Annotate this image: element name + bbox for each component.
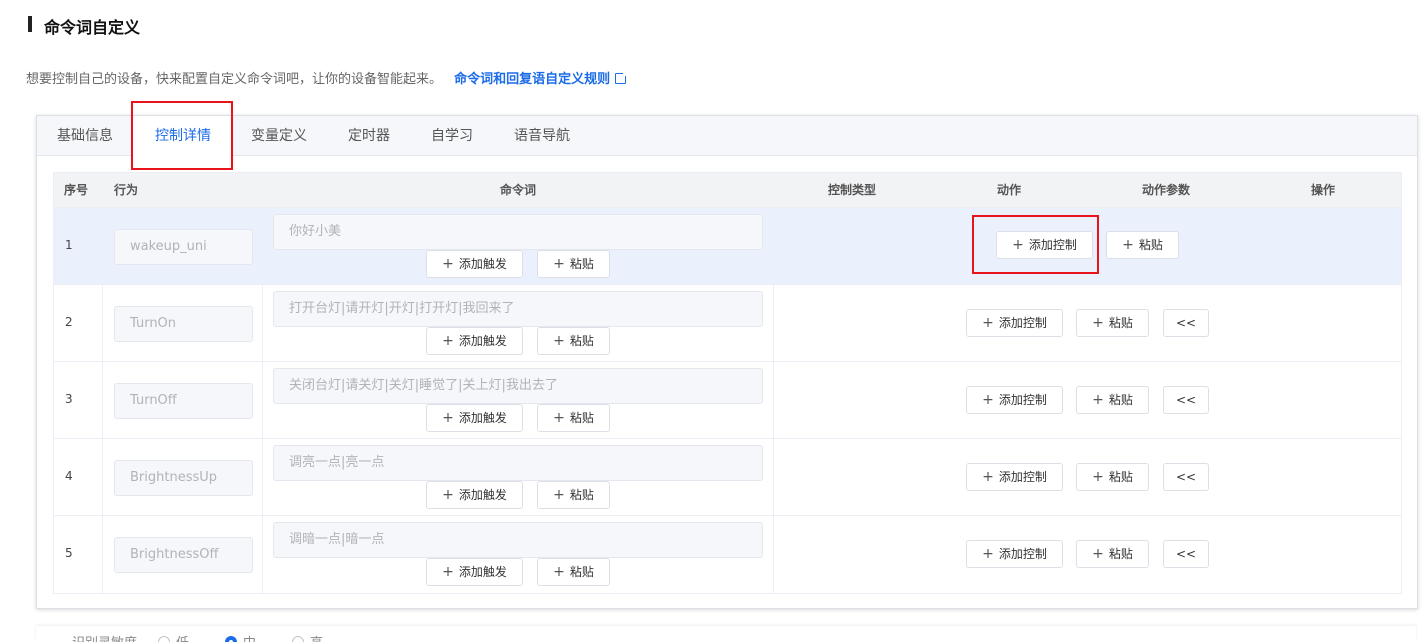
header-command: 命令词 bbox=[500, 183, 537, 197]
command-field[interactable]: 关闭台灯|请关灯|关灯|睡觉了|关上灯|我出去了 bbox=[273, 368, 763, 404]
table-header: 序号 行为 命令词 控制类型 动作 动作参数 操作 bbox=[54, 173, 1401, 207]
radio-high[interactable] bbox=[292, 636, 304, 642]
behavior-field[interactable]: TurnOn bbox=[114, 306, 253, 342]
command-field[interactable]: 打开台灯|请开灯|开灯|打开灯|我回来了 bbox=[273, 291, 763, 327]
rules-link[interactable]: 命令词和回复语自定义规则 bbox=[454, 71, 629, 87]
add-control-button[interactable]: + 添加控制 bbox=[966, 463, 1063, 491]
add-control-button[interactable]: + 添加控制 bbox=[966, 386, 1063, 414]
external-link-icon bbox=[615, 71, 629, 84]
row-index: 1 bbox=[65, 238, 73, 252]
collapse-button[interactable]: << bbox=[1163, 386, 1209, 414]
add-control-button[interactable]: + 添加控制 bbox=[966, 309, 1063, 337]
command-field[interactable]: 调亮一点|亮一点 bbox=[273, 445, 763, 481]
radio-medium[interactable] bbox=[225, 636, 237, 642]
behavior-field[interactable]: wakeup_uni bbox=[114, 229, 253, 265]
control-details-panel: 基础信息 控制详情 变量定义 定时器 自学习 语音导航 序号 行为 命令词 控制… bbox=[36, 115, 1418, 609]
paste-button[interactable]: + 粘贴 bbox=[537, 404, 610, 432]
paste-control-button[interactable]: + 粘贴 bbox=[1106, 231, 1179, 259]
control-table: 序号 行为 命令词 控制类型 动作 动作参数 操作 1 wakeup_uni 你… bbox=[53, 172, 1402, 594]
tab-self-learning[interactable]: 自学习 bbox=[431, 116, 473, 155]
title-accent-bar bbox=[28, 16, 32, 32]
add-trigger-button[interactable]: + 添加触发 bbox=[426, 558, 523, 586]
header-action-params: 动作参数 bbox=[1142, 183, 1191, 197]
row-index: 4 bbox=[65, 469, 73, 483]
tab-variable-definition[interactable]: 变量定义 bbox=[251, 116, 307, 155]
behavior-field[interactable]: BrightnessOff bbox=[114, 537, 253, 573]
add-trigger-button[interactable]: + 添加触发 bbox=[426, 404, 523, 432]
header-behavior: 行为 bbox=[114, 183, 139, 197]
radio-high-label: 高 bbox=[310, 632, 323, 642]
sensitivity-label: 识别灵敏度 bbox=[72, 632, 137, 642]
collapse-button[interactable]: << bbox=[1163, 309, 1209, 337]
highlight-box-add-control bbox=[972, 215, 1099, 274]
page-description: 想要控制自己的设备，快来配置自定义命令词吧，让你的设备智能起来。 命令词和回复语… bbox=[26, 68, 629, 87]
header-operation: 操作 bbox=[1311, 183, 1336, 197]
tab-timer[interactable]: 定时器 bbox=[348, 116, 390, 155]
radio-low[interactable] bbox=[158, 636, 170, 642]
header-action: 动作 bbox=[997, 183, 1022, 197]
highlight-box-tab bbox=[131, 101, 233, 170]
table-row: 2 TurnOn 打开台灯|请开灯|开灯|打开灯|我回来了 + 添加触发 + 粘贴 … bbox=[54, 284, 1401, 362]
radio-low-label: 低 bbox=[176, 632, 189, 642]
paste-button[interactable]: + 粘贴 bbox=[537, 558, 610, 586]
tab-bar: 基础信息 控制详情 变量定义 定时器 自学习 语音导航 bbox=[37, 116, 1417, 156]
description-text: 想要控制自己的设备，快来配置自定义命令词吧，让你的设备智能起来。 bbox=[26, 72, 443, 87]
table-row: 1 wakeup_uni 你好小美 + 添加触发 + 粘贴 + 添加控制 + 粘贴 bbox=[54, 207, 1401, 285]
add-trigger-button[interactable]: + 添加触发 bbox=[426, 481, 523, 509]
row-index: 3 bbox=[65, 392, 73, 406]
table-row: 4 BrightnessUp 调亮一点|亮一点 + 添加触发 + 粘贴 + 添加控制 … bbox=[54, 438, 1401, 516]
command-field[interactable]: 你好小美 bbox=[273, 214, 763, 250]
add-control-button[interactable]: + 添加控制 bbox=[966, 540, 1063, 568]
row-index: 2 bbox=[65, 315, 73, 329]
paste-control-button[interactable]: + 粘贴 bbox=[1076, 540, 1149, 568]
row-index: 5 bbox=[65, 546, 73, 560]
header-control-type: 控制类型 bbox=[828, 183, 877, 197]
tab-voice-navigation[interactable]: 语音导航 bbox=[514, 116, 570, 155]
behavior-field[interactable]: TurnOff bbox=[114, 383, 253, 419]
add-trigger-button[interactable]: + 添加触发 bbox=[426, 327, 523, 355]
add-trigger-button[interactable]: + 添加触发 bbox=[426, 250, 523, 278]
paste-control-button[interactable]: + 粘贴 bbox=[1076, 386, 1149, 414]
sensitivity-radio-group: 识别灵敏度 低 中 高 bbox=[36, 626, 1416, 642]
paste-control-button[interactable]: + 粘贴 bbox=[1076, 309, 1149, 337]
behavior-field[interactable]: BrightnessUp bbox=[114, 460, 253, 496]
paste-button[interactable]: + 粘贴 bbox=[537, 327, 610, 355]
command-field[interactable]: 调暗一点|暗一点 bbox=[273, 522, 763, 558]
collapse-button[interactable]: << bbox=[1163, 463, 1209, 491]
header-index: 序号 bbox=[64, 183, 89, 197]
paste-button[interactable]: + 粘贴 bbox=[537, 481, 610, 509]
radio-medium-label: 中 bbox=[243, 632, 256, 642]
paste-button[interactable]: + 粘贴 bbox=[537, 250, 610, 278]
tab-basic-info[interactable]: 基础信息 bbox=[57, 116, 113, 155]
collapse-button[interactable]: << bbox=[1163, 540, 1209, 568]
paste-control-button[interactable]: + 粘贴 bbox=[1076, 463, 1149, 491]
page-title: 命令词自定义 bbox=[44, 18, 141, 37]
table-row: 5 BrightnessOff 调暗一点|暗一点 + 添加触发 + 粘贴 + 添加控制… bbox=[54, 515, 1401, 593]
table-row: 3 TurnOff 关闭台灯|请关灯|关灯|睡觉了|关上灯|我出去了 + 添加触发… bbox=[54, 361, 1401, 439]
